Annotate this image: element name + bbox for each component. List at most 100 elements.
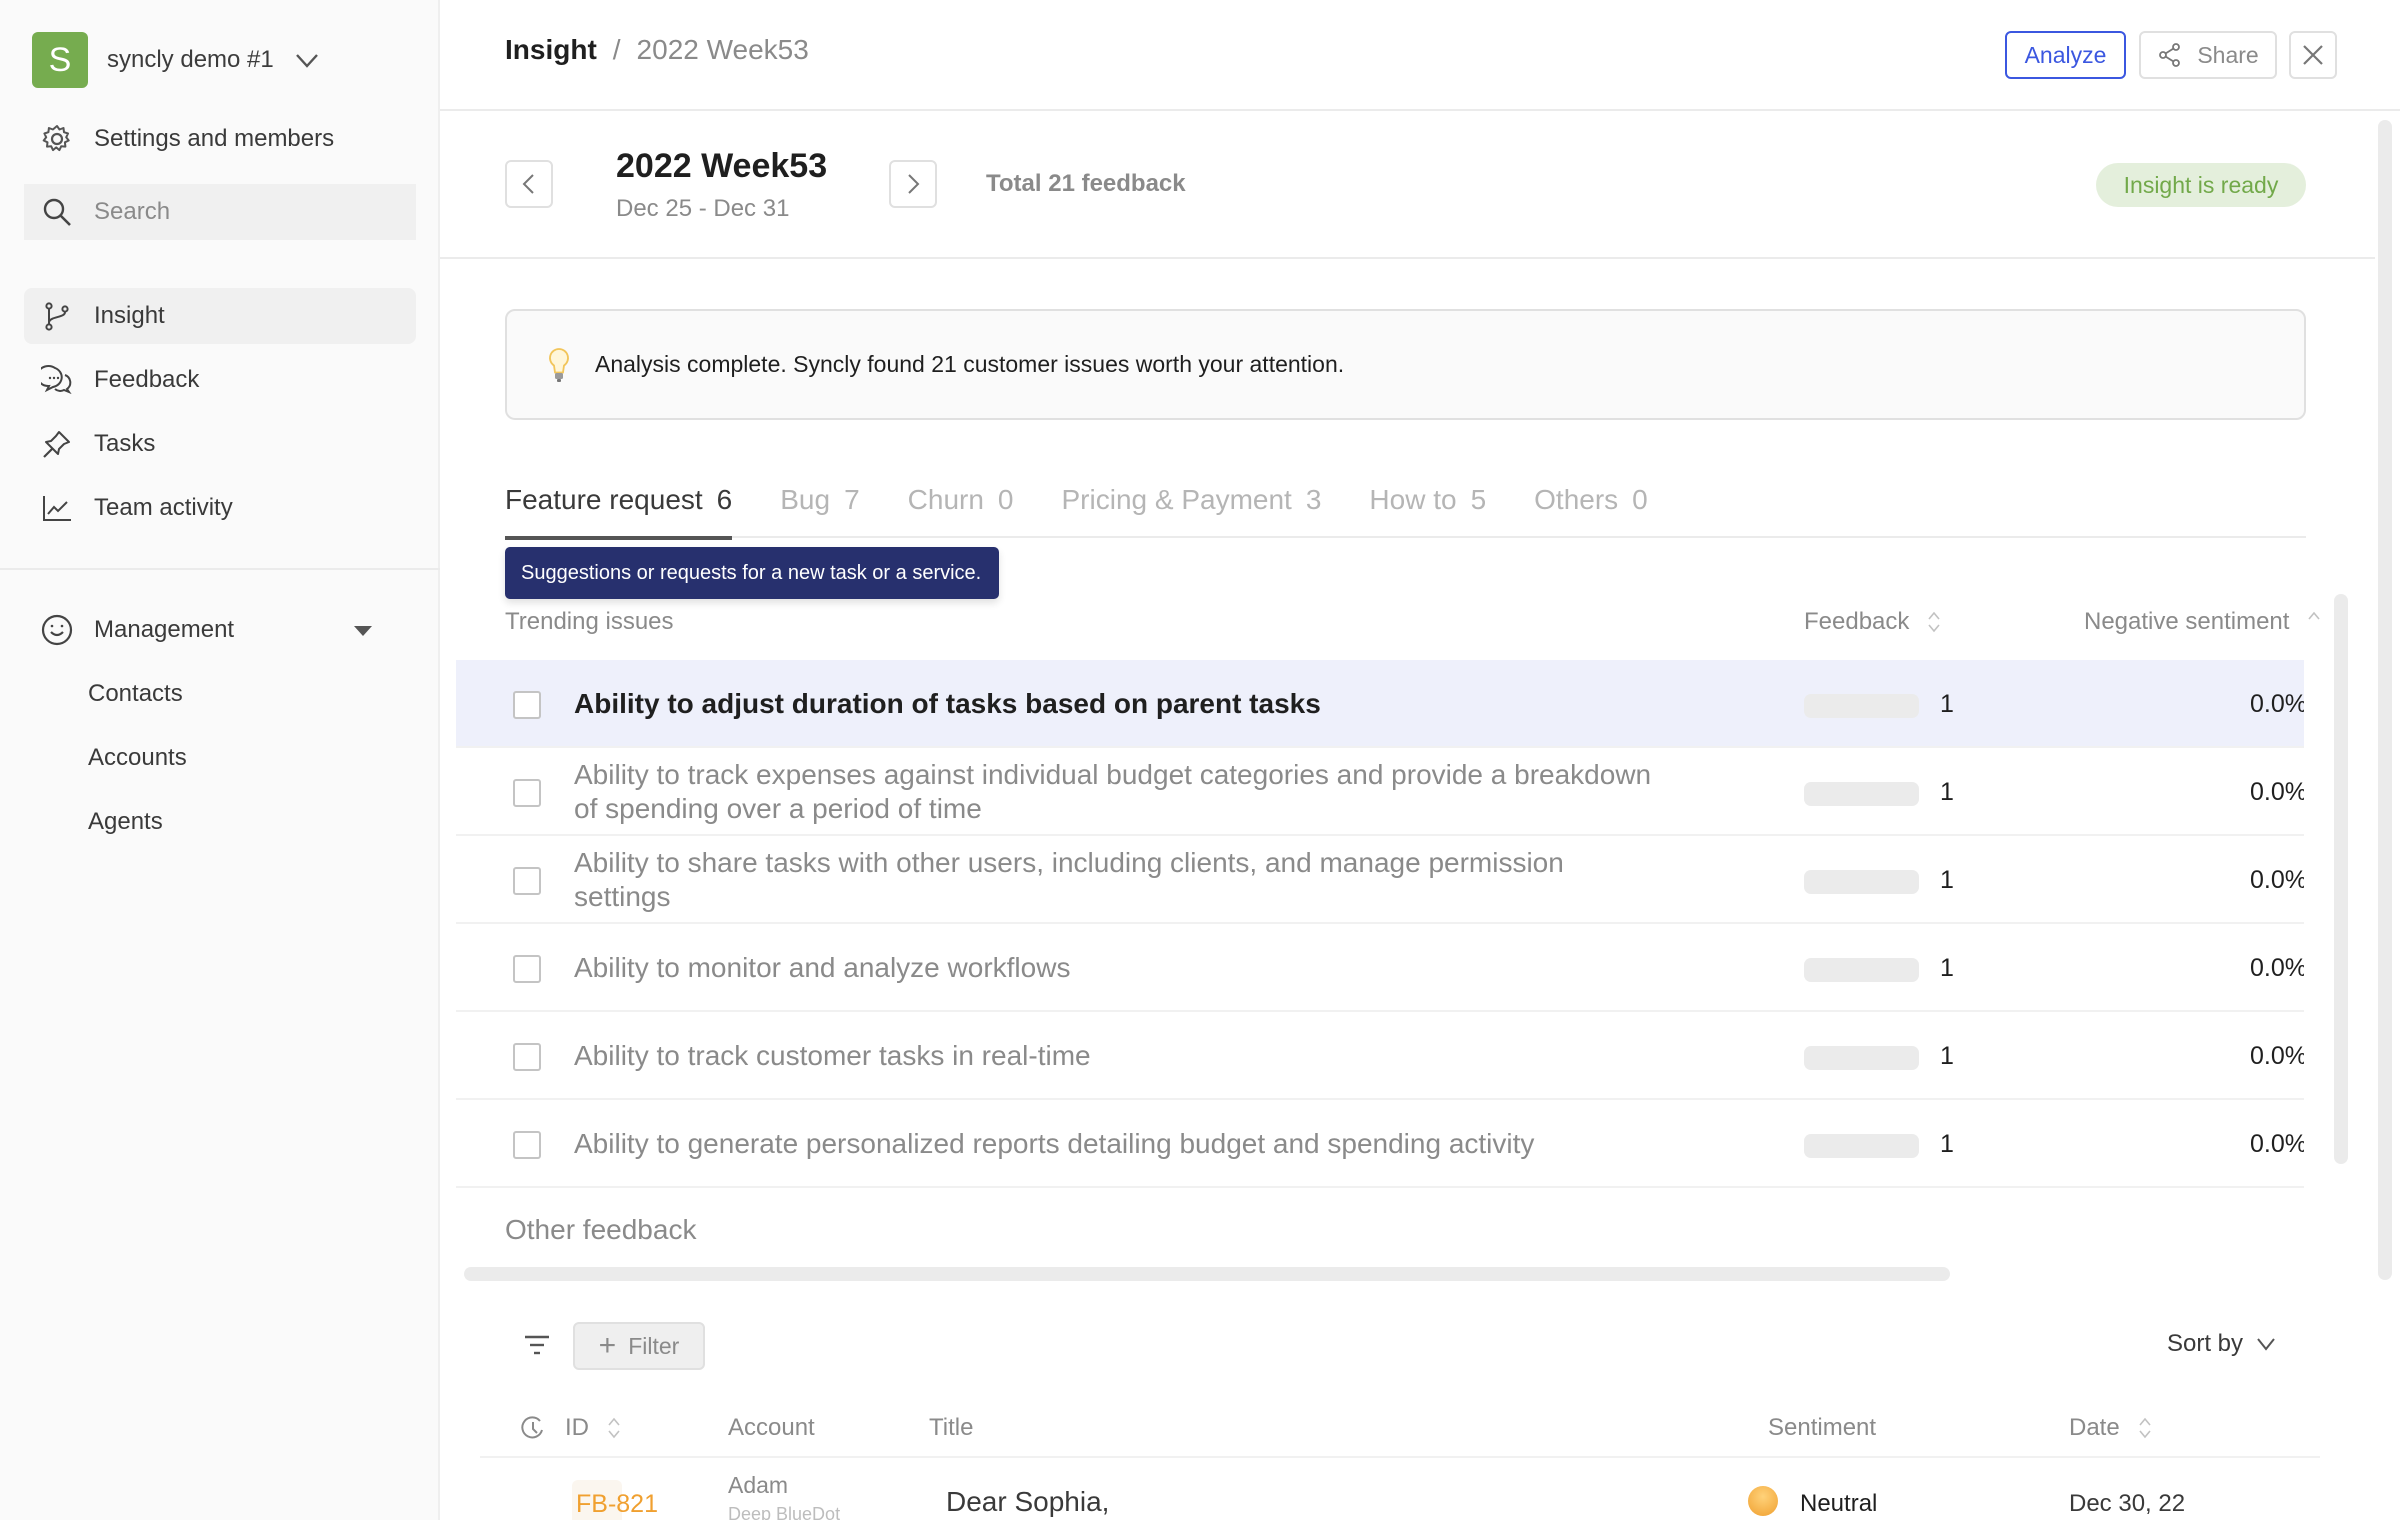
issue-title[interactable]: Ability to track expenses against indivi… (574, 748, 1664, 836)
tab-pricing-payment[interactable]: Pricing & Payment 3 (1062, 478, 1322, 538)
sidebar-item-team-activity[interactable]: Team activity (24, 480, 416, 536)
breadcrumb-separator: / (612, 34, 621, 65)
negative-sentiment-value: 0.0% (2250, 689, 2304, 718)
sidebar-item-agents[interactable]: Agents (88, 802, 163, 842)
search-icon (40, 195, 74, 229)
sidebar-section-management[interactable]: Management (24, 602, 416, 658)
alert-text: Analysis complete. Syncly found 21 custo… (595, 351, 1345, 377)
row-checkbox[interactable] (513, 1043, 541, 1071)
row-checkbox[interactable] (513, 1131, 541, 1159)
issue-title[interactable]: Ability to track customer tasks in real-… (574, 1012, 1664, 1100)
table-scrollbar[interactable] (2334, 594, 2348, 1164)
feedback-id[interactable]: FB-821 (576, 1490, 658, 1519)
share-button[interactable]: Share (2139, 31, 2277, 79)
search-placeholder: Search (94, 198, 171, 225)
sidebar-item-contacts[interactable]: Contacts (88, 674, 183, 714)
feedback-title: Dear Sophia, (946, 1486, 1110, 1517)
next-week-button[interactable] (889, 160, 937, 208)
negative-sentiment-value: 0.0% (2250, 865, 2304, 894)
feedback-bar (1804, 694, 1919, 718)
date-value: Dec 30, 22 (2069, 1490, 2186, 1517)
caret-down-icon (354, 626, 372, 636)
column-id[interactable]: ID (565, 1400, 621, 1456)
feedback-count: 1 (1940, 953, 1954, 982)
analyze-button[interactable]: Analyze (2005, 31, 2126, 79)
sort-icon (2139, 1417, 2151, 1439)
feedback-bar (1804, 1134, 1919, 1158)
feedback-table-header: ID Account Title Sentiment Date (480, 1400, 2320, 1458)
filter-lines-icon[interactable] (522, 1332, 552, 1358)
row-checkbox[interactable] (513, 867, 541, 895)
issue-title[interactable]: Ability to generate personalized reports… (574, 1100, 1664, 1188)
tab-label: Others (1534, 484, 1619, 515)
tab-tooltip: Suggestions or requests for a new task o… (505, 547, 999, 599)
tab-label: How to (1369, 484, 1457, 515)
issue-title[interactable]: Ability to share tasks with other users,… (574, 836, 1664, 924)
sort-by-dropdown[interactable]: Sort by (2167, 1330, 2277, 1358)
breadcrumb: Insight / 2022 Week53 (505, 34, 809, 66)
page-scrollbar[interactable] (2378, 120, 2392, 1280)
status-badge: Insight is ready (2096, 163, 2306, 207)
issue-title[interactable]: Ability to adjust duration of tasks base… (574, 660, 1664, 748)
sidebar-item-accounts[interactable]: Accounts (88, 738, 187, 778)
row-checkbox[interactable] (513, 691, 541, 719)
row-checkbox[interactable] (513, 955, 541, 983)
lightbulb-icon (549, 347, 569, 382)
trending-issue-row[interactable]: Ability to adjust duration of tasks base… (456, 660, 2304, 748)
table-row[interactable]: FB-821 Adam Deep BlueDot Dear Sophia, Ne… (480, 1460, 2320, 1520)
line-chart-icon (40, 491, 74, 525)
issue-title[interactable]: Ability to monitor and analyze workflows (574, 924, 1664, 1012)
add-filter-button[interactable]: + Filter (573, 1322, 705, 1370)
column-id-label: ID (565, 1414, 589, 1441)
close-icon (2303, 45, 2323, 65)
tab-count: 7 (844, 484, 860, 515)
tab-label: Feature request (505, 484, 703, 515)
column-date[interactable]: Date (2069, 1400, 2152, 1456)
trending-issue-row[interactable]: Ability to share tasks with other users,… (456, 836, 2304, 924)
sidebar-item-label: Team activity (94, 494, 233, 521)
trending-issue-row[interactable]: Ability to monitor and analyze workflows… (456, 924, 2304, 1012)
breadcrumb-current: 2022 Week53 (636, 34, 809, 65)
tab-how-to[interactable]: How to 5 (1369, 478, 1486, 538)
tab-count: 3 (1305, 484, 1322, 515)
gear-icon (40, 122, 74, 156)
trending-issue-row[interactable]: Ability to track expenses against indivi… (456, 748, 2304, 836)
sidebar-item-insight[interactable]: Insight (24, 288, 416, 344)
settings-and-members-link[interactable]: Settings and members (24, 111, 416, 167)
close-button[interactable] (2289, 31, 2337, 79)
share-label: Share (2197, 41, 2259, 68)
feedback-count: 1 (1940, 777, 1954, 806)
sidebar-item-feedback[interactable]: Feedback (24, 352, 416, 408)
sidebar-item-tasks[interactable]: Tasks (24, 416, 416, 472)
tab-churn[interactable]: Churn 0 (908, 478, 1014, 538)
feedback-column-header[interactable]: Feedback (1804, 608, 1941, 636)
negative-sentiment-value: 0.0% (2250, 1129, 2304, 1158)
negative-sentiment-column-header[interactable]: Negative sentiment (2084, 608, 2321, 636)
column-title: Title (929, 1414, 974, 1441)
feedback-count: 1 (1940, 1129, 1954, 1158)
feedback-count: 1 (1940, 1041, 1954, 1070)
main-panel: Insight / 2022 Week53 Analyze Share 2022… (440, 0, 2400, 1520)
trending-issue-row[interactable]: Ability to generate personalized reports… (456, 1100, 2304, 1188)
tab-bug[interactable]: Bug 7 (780, 478, 859, 538)
trending-issue-row[interactable]: Ability to track customer tasks in real-… (456, 1012, 2304, 1100)
workspace-switcher[interactable]: S syncly demo #1 (32, 32, 320, 88)
row-checkbox[interactable] (513, 779, 541, 807)
breadcrumb-insight[interactable]: Insight (505, 34, 597, 66)
smiley-icon (40, 613, 74, 647)
previous-week-button[interactable] (505, 160, 553, 208)
horizontal-scrollbar[interactable] (464, 1267, 1950, 1281)
workspace-logo: S (32, 32, 88, 88)
plus-icon: + (598, 1329, 617, 1362)
tab-others[interactable]: Others 0 (1534, 478, 1648, 538)
tab-label: Pricing & Payment (1061, 484, 1292, 515)
app-root: S syncly demo #1 Settings and members Se… (0, 0, 2400, 1520)
sidebar-divider (0, 568, 440, 570)
tab-feature-request[interactable]: Feature request 6 (505, 478, 733, 540)
tab-count: 0 (997, 484, 1014, 515)
search-input[interactable]: Search (24, 184, 416, 240)
analysis-alert: Analysis complete. Syncly found 21 custo… (505, 309, 2306, 420)
feedback-bar (1804, 782, 1919, 806)
feedback-bar (1804, 1046, 1919, 1070)
other-feedback-heading: Other feedback (505, 1214, 697, 1245)
